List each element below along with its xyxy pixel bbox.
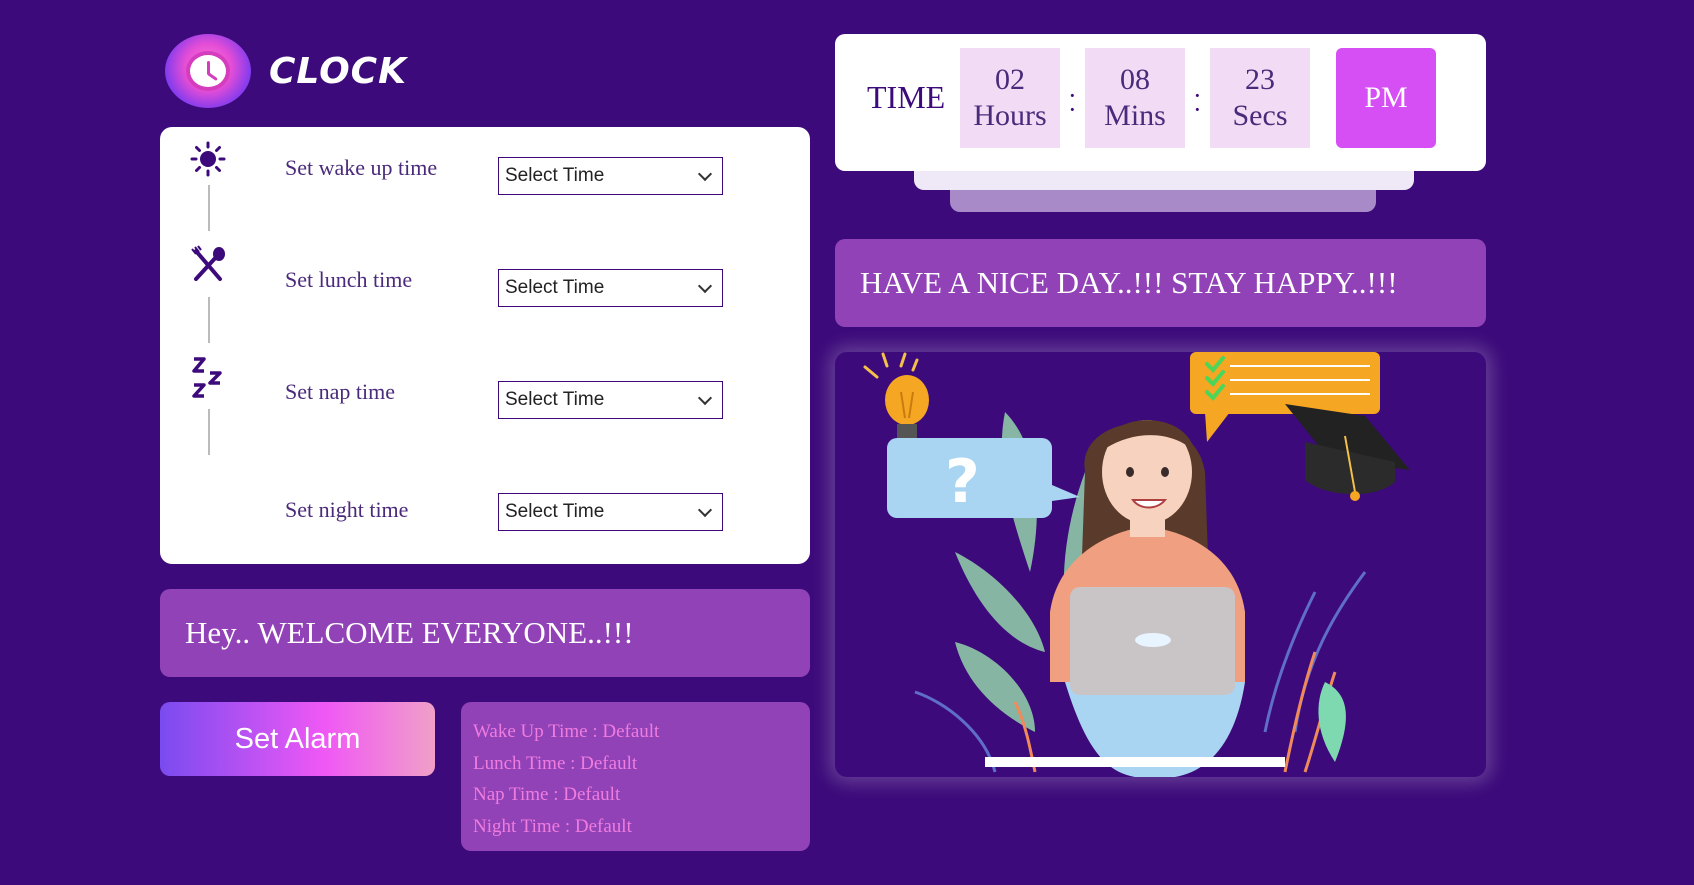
minutes-value: 08 (1120, 63, 1150, 96)
chevron-down-icon (697, 166, 713, 182)
logo-text: CLOCK (269, 50, 407, 92)
chevron-down-icon (697, 278, 713, 294)
schedule-row-nap: Set nap time Select Time (160, 357, 810, 419)
moon-icon (188, 475, 228, 515)
minutes-box: 08 Mins (1085, 48, 1185, 148)
seconds-value: 23 (1245, 63, 1275, 96)
schedule-row-wakeup: Set wake up time Select Time (160, 133, 810, 195)
summary-lunch: Lunch Time : Default (473, 752, 638, 774)
seconds-box: 23 Secs (1210, 48, 1310, 148)
quote-banner: HAVE A NICE DAY..!!! STAY HAPPY..!!! (835, 239, 1486, 327)
night-label: Set night time (285, 497, 409, 522)
sun-icon (188, 139, 228, 179)
summary-nap: Nap Time : Default (473, 784, 621, 805)
nap-label: Set nap time (285, 379, 395, 404)
seconds-unit: Secs (1232, 99, 1288, 132)
minutes-unit: Mins (1104, 99, 1166, 132)
chevron-down-icon (697, 390, 713, 406)
sleep-zzz-icon (188, 357, 228, 398)
colon-separator: · · (1068, 81, 1077, 124)
hours-box: 02 Hours (960, 48, 1060, 148)
alarm-summary: Wake Up Time : Default Lunch Time : Defa… (461, 702, 810, 851)
lunch-label: Set lunch time (285, 267, 413, 292)
schedule-row-night: Set night time Select Time (160, 469, 810, 531)
chevron-down-icon (697, 502, 713, 518)
schedule-row-lunch: Set lunch time Select Time (160, 245, 810, 307)
hours-value: 02 (995, 63, 1025, 96)
night-select-value: Select Time (505, 501, 605, 522)
svg-text:?: ? (945, 447, 980, 517)
lunch-select-value: Select Time (505, 277, 605, 298)
time-label: TIME (867, 79, 946, 115)
lunch-time-select[interactable]: Select Time (498, 269, 723, 307)
fork-spoon-icon (188, 245, 228, 285)
digital-clock: TIME 02 Hours · · 08 Mins · · 23 Secs PM (835, 34, 1486, 171)
welcome-banner: Hey.. WELCOME EVERYONE..!!! (160, 589, 810, 677)
wakeup-select-value: Select Time (505, 165, 605, 186)
nap-time-select[interactable]: Select Time (498, 381, 723, 419)
set-alarm-button[interactable]: Set Alarm (160, 702, 435, 776)
night-time-select[interactable]: Select Time (498, 493, 723, 531)
wakeup-time-select[interactable]: Select Time (498, 157, 723, 195)
clock-icon (165, 34, 251, 108)
app-logo: CLOCK (165, 34, 407, 108)
ampm-indicator: PM (1336, 48, 1436, 148)
schedule-card: Set wake up time Select Time Set lunch t… (160, 127, 810, 564)
hours-unit: Hours (973, 99, 1047, 132)
summary-wakeup: Wake Up Time : Default (473, 721, 660, 742)
nap-select-value: Select Time (505, 389, 605, 410)
summary-night: Night Time : Default (473, 815, 632, 837)
wakeup-label: Set wake up time (285, 155, 438, 180)
student-laptop-illustration: ? (835, 352, 1486, 777)
colon-separator: · · (1193, 81, 1202, 124)
